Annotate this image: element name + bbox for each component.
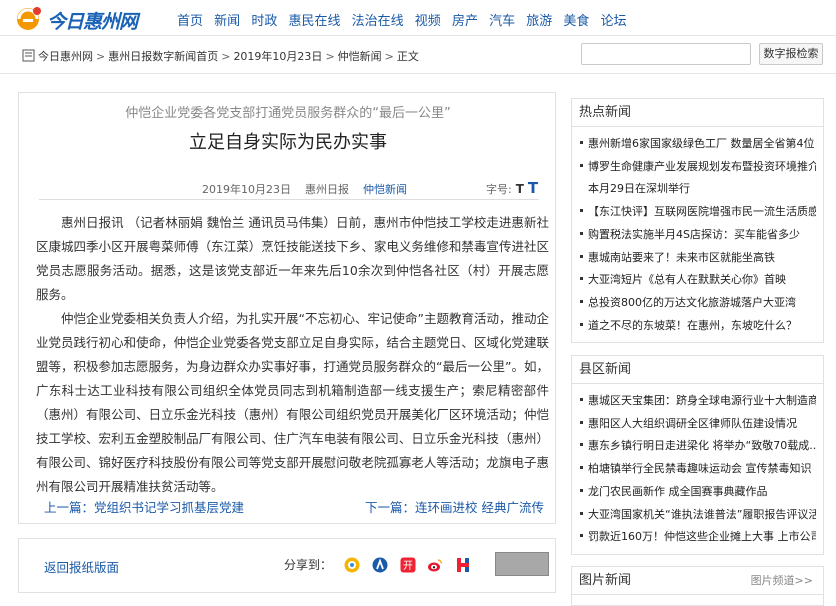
county-news-item[interactable]: 柏塘镇举行全民禁毒趣味运动会 宣传禁毒知识 [580, 458, 816, 481]
nav-home[interactable]: 首页 [177, 14, 203, 29]
picture-channel-link[interactable]: 图片频道>> [751, 567, 813, 595]
nav-realestate[interactable]: 房产 [452, 14, 478, 29]
hot-news-item[interactable]: 惠州新增6家国家级绿色工厂 数量居全省第4位 [580, 133, 816, 156]
article-body: 惠州日报讯 （记者林丽娟 魏怡兰 通讯员马伟集）日前，惠州市仲恺技工学校走进惠新… [36, 211, 549, 499]
next-article-link[interactable]: 下一篇：连环画进校 经典广流传 [365, 497, 544, 516]
county-news-panel: 县区新闻 惠城区天宝集团：跻身全球电源行业十大制造商 惠阳区人大组织调研全区律师… [571, 355, 824, 555]
nav-food[interactable]: 美食 [563, 14, 589, 29]
font-large-button[interactable]: T [528, 179, 538, 197]
county-news-item[interactable]: 大亚湾国家机关“谁执法谁普法”履职报告评议活... [580, 504, 816, 527]
font-small-button[interactable]: T [516, 182, 524, 196]
breadcrumb-date[interactable]: 2019年10月23日 [233, 50, 322, 63]
main-nav: 首页 新闻 时政 惠民在线 法治在线 视频 房产 汽车 旅游 美食 论坛 [177, 10, 634, 29]
hot-news-item[interactable]: 道之不尽的东坡菜！在惠州，东坡吃什么？ [580, 315, 816, 338]
breadcrumb-section[interactable]: 仲恺新闻 [338, 50, 382, 63]
nav-news[interactable]: 新闻 [214, 14, 240, 29]
county-news-item[interactable]: 罚款近160万！仲恺这些企业摊上大事 上市公司... [580, 526, 816, 549]
back-to-layout-link[interactable]: 返回报纸版面 [44, 557, 119, 576]
breadcrumb-site[interactable]: 今日惠州网 [38, 50, 93, 63]
share-label: 分享到： [284, 558, 333, 572]
county-news-heading: 县区新闻 [572, 356, 823, 384]
hot-news-item[interactable]: 购置税法实施半月4S店探访：买车能省多少 [580, 224, 816, 247]
share-bar: 分享到： 开 [284, 556, 471, 573]
article-paragraph: 仲恺企业党委相关负责人介绍，为扎实开展“不忘初心、牢记使命”主题教育活动，推动企… [36, 311, 549, 494]
font-size-label: 字号: [486, 183, 512, 196]
article-panel: 仲恺企业党委各党支部打通党员服务群众的“最后一公里” 立足自身实际为民办实事 2… [18, 92, 556, 524]
hot-news-item[interactable]: 惠城南站要来了！未来市区就能坐高铁 [580, 247, 816, 270]
county-news-item[interactable]: 惠城区天宝集团：跻身全球电源行业十大制造商 [580, 390, 816, 413]
prev-article-link[interactable]: 上一篇：党组织书记学习抓基层党建 [44, 497, 244, 516]
nav-politics[interactable]: 时政 [251, 14, 277, 29]
article-column[interactable]: 仲恺新闻 [363, 183, 407, 196]
hot-news-item[interactable]: 总投资800亿的万达文化旅游城落户大亚湾 [580, 292, 816, 315]
article-title: 立足自身实际为民办实事 [189, 132, 387, 153]
qq-share-icon[interactable] [455, 557, 471, 573]
breadcrumb: 今日惠州网 > 惠州日报数字新闻首页 >2019年10月23日 > 仲恺新闻 > 正文 [22, 48, 419, 64]
top-bar: 今日惠州网 首页 新闻 时政 惠民在线 法治在线 视频 房产 汽车 旅游 美食 … [0, 0, 836, 36]
nav-forum[interactable]: 论坛 [601, 14, 627, 29]
article-paragraph: 惠州日报讯 （记者林丽娟 魏怡兰 通讯员马伟集）日前，惠州市仲恺技工学校走进惠新… [36, 215, 549, 302]
home-page-icon [22, 49, 35, 62]
county-news-item[interactable]: 龙门农民画新作 成全国赛事典藏作品 [580, 481, 816, 504]
nav-video[interactable]: 视频 [415, 14, 441, 29]
hot-news-item[interactable]: 本月29日在深圳举行 [580, 178, 816, 201]
article-meta: 2019年10月23日 惠州日报 仲恺新闻 [202, 181, 407, 197]
hot-news-item[interactable]: 博罗生命健康产业发展规划发布暨投资环境推介会 [580, 156, 816, 179]
header-divider [0, 73, 836, 74]
site-logo[interactable]: 今日惠州网 [15, 4, 165, 33]
search-button[interactable]: 数字报检索 [759, 43, 823, 65]
placeholder-image [495, 552, 549, 576]
hot-news-panel: 热点新闻 惠州新增6家国家级绿色工厂 数量居全省第4位 博罗生命健康产业发展规划… [571, 98, 824, 343]
kaixin-icon[interactable]: 开 [400, 557, 416, 573]
article-source: 惠州日报 [305, 183, 349, 196]
logo-icon [17, 7, 41, 30]
nav-law[interactable]: 法治在线 [352, 14, 404, 29]
font-size-control: 字号: T T [486, 179, 538, 197]
qzone-icon[interactable] [344, 557, 360, 573]
nav-livelihood[interactable]: 惠民在线 [288, 14, 340, 29]
hot-news-item[interactable]: 【东江快评】互联网医院增强市民一流生活质感 [580, 201, 816, 224]
nav-travel[interactable]: 旅游 [526, 14, 552, 29]
breadcrumb-digital-home[interactable]: 惠州日报数字新闻首页 [108, 50, 218, 63]
meta-divider [39, 199, 539, 200]
svg-text:开: 开 [403, 561, 413, 572]
weibo-icon[interactable] [427, 557, 443, 573]
renren-icon[interactable] [372, 557, 388, 573]
search-input[interactable] [581, 43, 751, 65]
article-subtitle: 仲恺企业党委各党支部打通党员服务群众的“最后一公里” [125, 106, 451, 121]
article-footer: 返回报纸版面 分享到： 开 [18, 538, 556, 593]
hot-news-item[interactable]: 大亚湾短片《总有人在默默关心你》首映 [580, 269, 816, 292]
nav-auto[interactable]: 汽车 [489, 14, 515, 29]
breadcrumb-current: 正文 [396, 50, 419, 63]
picture-news-panel: 图片新闻 图片频道>> [571, 566, 824, 606]
hot-news-heading: 热点新闻 [572, 99, 823, 127]
logo-text: 今日惠州网 [47, 11, 138, 33]
picture-news-heading: 图片新闻 图片频道>> [572, 567, 823, 595]
article-date: 2019年10月23日 [202, 183, 291, 196]
county-news-item[interactable]: 惠东乡镇行明日走进梁化 将举办“致敬70载成... [580, 435, 816, 458]
county-news-item[interactable]: 惠阳区人大组织调研全区律师队伍建设情况 [580, 413, 816, 436]
picture-news-title: 图片新闻 [579, 573, 632, 588]
